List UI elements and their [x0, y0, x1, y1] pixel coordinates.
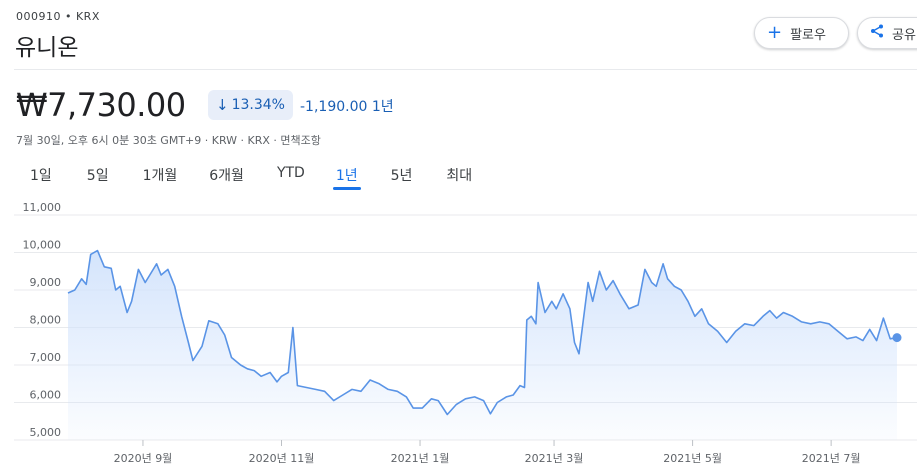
y-tick-label: 6,000: [30, 389, 62, 402]
x-tick-label: 2021년 5월: [663, 452, 722, 465]
current-price-dot: [892, 333, 902, 343]
y-tick-label: 11,000: [23, 201, 62, 214]
x-tick-label: 2021년 3월: [525, 452, 584, 465]
x-tick-label: 2021년 1월: [391, 452, 450, 465]
price-chart[interactable]: 11,000 10,000 9,000 8,000 7,000 6,000 5,000 20…: [0, 0, 917, 472]
x-tick-label: 2020년 11월: [249, 452, 315, 465]
x-tick-label: 2020년 9월: [114, 452, 173, 465]
y-tick-label: 8,000: [30, 314, 62, 327]
y-tick-label: 9,000: [30, 276, 62, 289]
y-tick-label: 10,000: [23, 239, 62, 252]
y-tick-label: 7,000: [30, 351, 62, 364]
price-area: [68, 250, 897, 440]
x-tick-label: 2021년 7월: [802, 452, 861, 465]
y-tick-label: 5,000: [30, 426, 62, 439]
